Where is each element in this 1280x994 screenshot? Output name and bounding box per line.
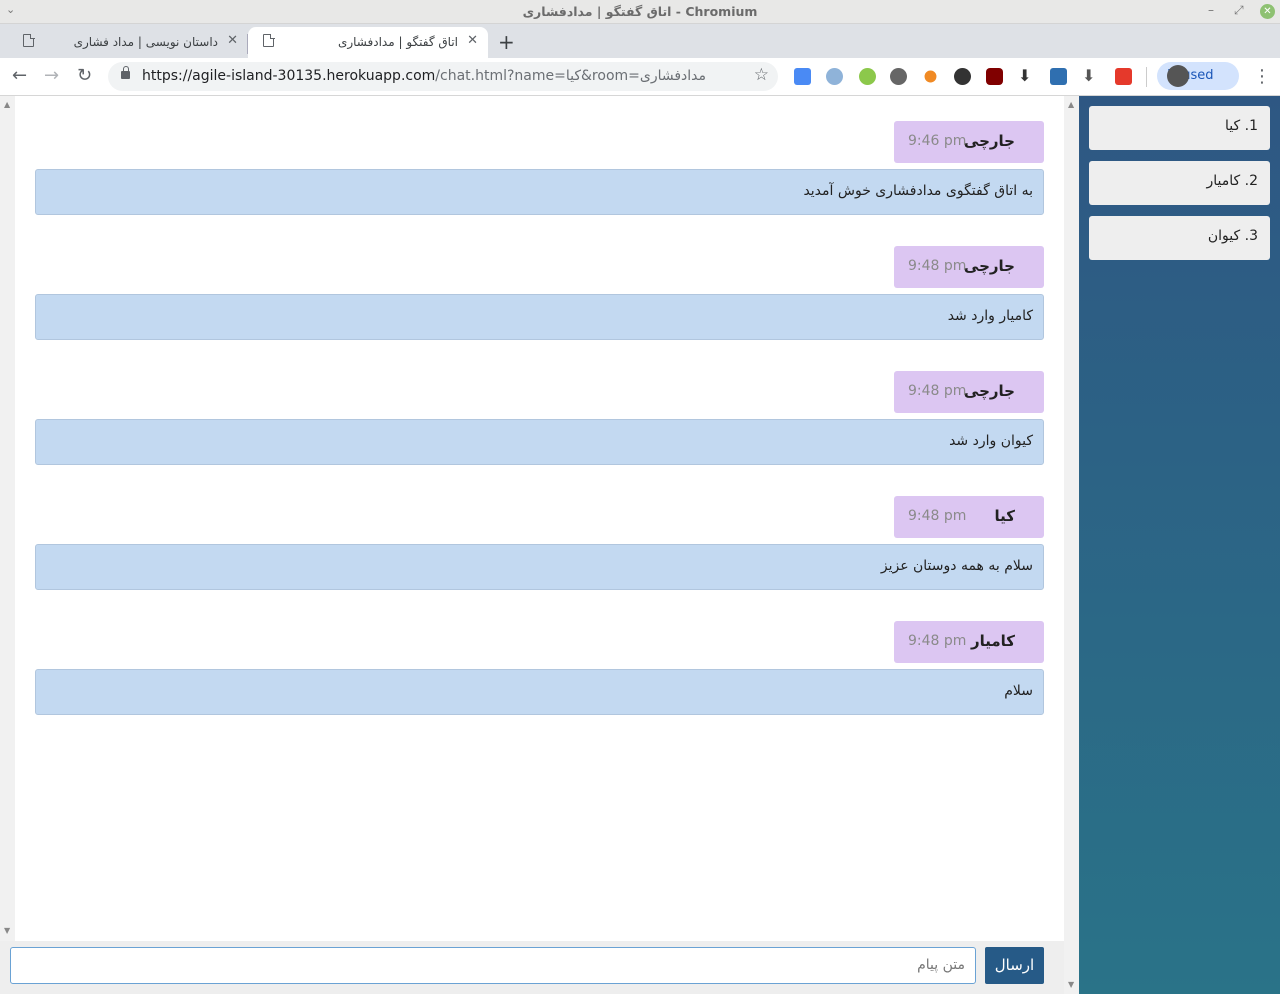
extension-dark-icon[interactable] (954, 68, 971, 85)
window-close-icon[interactable]: ✕ (1260, 4, 1275, 19)
user-name: 2. کامیار (1206, 173, 1258, 189)
download-arrow-icon[interactable]: ⬇ (1082, 66, 1099, 85)
tab-title: داستان نویسی | مداد فشاری (73, 35, 218, 49)
url-host: https://agile-island-30135.herokuapp.com (142, 68, 436, 84)
tab-strip: داستان نویسی | مداد فشاری ✕ اتاق گفتگو |… (0, 24, 1280, 58)
message-body: به اتاق گفتگوی مدادفشاری خوش آمدید (35, 169, 1044, 215)
more-menu-icon[interactable]: ⋮ (1253, 66, 1271, 87)
message-list: جارچی 9:46 pm به اتاق گفتگوی مدادفشاری خ… (15, 96, 1064, 941)
user-list-item[interactable]: 1. کیا (1089, 106, 1270, 150)
tab-chat-room[interactable]: اتاق گفتگو | مدادفشاری ✕ (248, 27, 488, 58)
tab-close-icon[interactable]: ✕ (467, 33, 478, 48)
message-time: 9:48 pm (908, 383, 967, 399)
maximize-icon[interactable]: ⤢ (1234, 3, 1244, 18)
profile-button[interactable]: Paused (1157, 62, 1239, 90)
message-body: کیوان وارد شد (35, 419, 1044, 465)
page-icon (263, 33, 275, 47)
scroll-down-icon[interactable]: ▼ (4, 926, 10, 935)
message-text: کیوان وارد شد (949, 433, 1033, 449)
left-scrollbar[interactable]: ▲ ▼ (0, 96, 15, 994)
message-text: به اتاق گفتگوی مدادفشاری خوش آمدید (803, 183, 1033, 199)
message-composer: متن پیام ارسال (0, 941, 1064, 994)
page-content: ▲ ▼ جارچی 9:46 pm به اتاق گفتگوی مدادفشا… (0, 96, 1280, 994)
message-body: سلام به همه دوستان عزیز (35, 544, 1044, 590)
search-extension-icon[interactable] (826, 68, 843, 85)
new-tab-plus-icon[interactable]: + (498, 30, 515, 54)
message-input[interactable]: متن پیام (10, 947, 976, 984)
message-time: 9:48 pm (908, 633, 967, 649)
wordpress-icon[interactable] (890, 68, 907, 85)
scroll-up-icon[interactable]: ▲ (1068, 100, 1074, 109)
scroll-down-icon[interactable]: ▼ (1068, 980, 1074, 989)
message-sender: جارچی (963, 257, 1015, 275)
user-list-item[interactable]: 3. کیوان (1089, 216, 1270, 260)
url-text[interactable]: https://agile-island-30135.herokuapp.com… (142, 68, 706, 84)
right-scrollbar[interactable]: ▲ ▼ (1064, 96, 1079, 994)
minimize-icon[interactable]: – (1208, 3, 1214, 17)
google-translate-icon[interactable] (794, 68, 811, 85)
avatar (1167, 65, 1189, 87)
users-sidebar: 1. کیا 2. کامیار 3. کیوان (1079, 96, 1280, 994)
message-text: سلام به همه دوستان عزیز (880, 558, 1033, 574)
address-bar[interactable]: https://agile-island-30135.herokuapp.com… (108, 62, 778, 91)
page-icon (23, 33, 35, 47)
window-titlebar: ⌄ اتاق گفتگو | مدادفشاری - Chromium – ⤢ … (0, 0, 1280, 24)
scroll-up-icon[interactable]: ▲ (4, 100, 10, 109)
user-name: 1. کیا (1225, 118, 1258, 134)
message-text: کامیار وارد شد (947, 308, 1033, 324)
message-sender: جارچی (963, 132, 1015, 150)
message-header: جارچی 9:46 pm (894, 121, 1044, 163)
chat-column: ▲ ▼ جارچی 9:46 pm به اتاق گفتگوی مدادفشا… (0, 96, 1079, 994)
user-name: 3. کیوان (1207, 228, 1258, 244)
forward-arrow-icon[interactable]: → (44, 65, 59, 86)
message-header: جارچی 9:48 pm (894, 371, 1044, 413)
reload-icon[interactable]: ↻ (77, 65, 92, 86)
ublock-icon[interactable] (986, 68, 1003, 85)
lock-icon[interactable] (121, 66, 130, 79)
message-time: 9:48 pm (908, 258, 967, 274)
message-sender: جارچی (963, 382, 1015, 400)
browser-toolbar: ← → ↻ https://agile-island-30135.herokua… (0, 58, 1280, 96)
toolbar-divider (1146, 67, 1147, 87)
message-input-placeholder: متن پیام (917, 957, 965, 973)
back-arrow-icon[interactable]: ← (12, 65, 27, 86)
download-arrow-icon[interactable]: ⬇ (1018, 66, 1035, 85)
message-sender: کیا (994, 507, 1015, 525)
tab-close-icon[interactable]: ✕ (227, 33, 238, 48)
message-sender: کامیار (970, 632, 1015, 650)
message-header: جارچی 9:48 pm (894, 246, 1044, 288)
pdf-extension-icon[interactable] (1115, 68, 1132, 85)
message-text: سلام (1004, 683, 1033, 699)
window-title: اتاق گفتگو | مدادفشاری - Chromium (522, 4, 758, 19)
bookmark-star-icon[interactable]: ☆ (754, 65, 769, 85)
tab-story-writing[interactable]: داستان نویسی | مداد فشاری ✕ (8, 27, 248, 58)
user-list-item[interactable]: 2. کامیار (1089, 161, 1270, 205)
message-time: 9:46 pm (908, 133, 967, 149)
message-time: 9:48 pm (908, 508, 967, 524)
tab-title: اتاق گفتگو | مدادفشاری (337, 35, 458, 49)
message-body: سلام (35, 669, 1044, 715)
nodejs-icon[interactable] (859, 68, 876, 85)
message-header: کیا 9:48 pm (894, 496, 1044, 538)
send-button[interactable]: ارسال (985, 947, 1044, 984)
message-body: کامیار وارد شد (35, 294, 1044, 340)
image-extension-icon[interactable] (1050, 68, 1067, 85)
extension-orange-icon[interactable] (924, 70, 937, 83)
url-path: /chat.html?name=کیا&room=مدادفشاری (435, 68, 707, 84)
message-header: کامیار 9:48 pm (894, 621, 1044, 663)
